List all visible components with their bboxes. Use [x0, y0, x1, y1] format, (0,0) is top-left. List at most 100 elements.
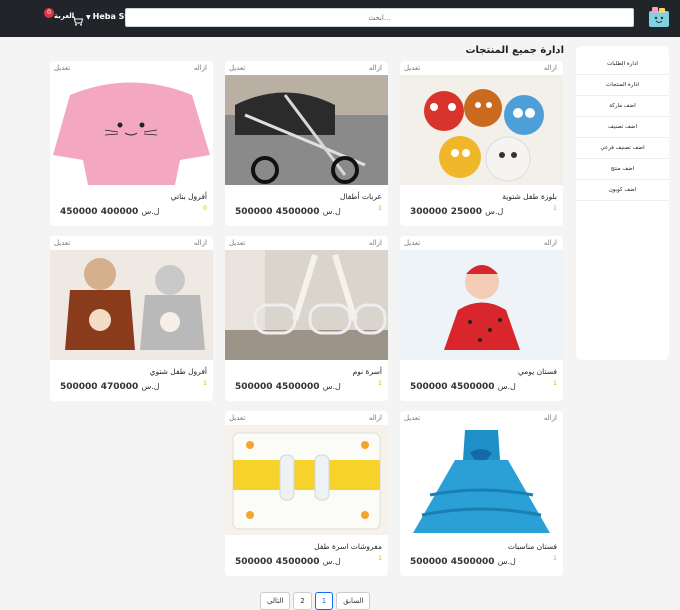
currency-label: ل.س: [497, 382, 516, 391]
admin-sidebar: ادارة الطلبات ادارة المنتجات اضف ماركة ا…: [576, 46, 669, 360]
sidebar-item-manage-products[interactable]: ادارة المنتجات: [576, 75, 669, 96]
user-name: Heba Sy: [92, 12, 130, 21]
sidebar-item-add-product[interactable]: اضف منتج: [576, 159, 669, 180]
chevron-down-icon: ▼: [86, 14, 91, 21]
current-price: 4500000: [450, 557, 495, 567]
currency-label: ل.س: [322, 382, 341, 391]
remove-button[interactable]: ازاله: [544, 239, 557, 247]
currency-label: ل.س: [141, 207, 160, 216]
product-price: ل.س 4500000 500000: [235, 207, 341, 217]
product-quantity: 0: [203, 205, 207, 212]
product-name: فستان يومي: [518, 367, 557, 376]
remove-button[interactable]: ازاله: [369, 64, 382, 72]
remove-button[interactable]: ازاله: [544, 414, 557, 422]
product-quantity: 1: [553, 205, 557, 212]
current-price: 400000: [100, 207, 139, 217]
user-menu[interactable]: ▼ Heba Sy: [86, 12, 130, 21]
edit-button[interactable]: تعديل: [229, 414, 245, 422]
product-card: ازاله تعديل عربات أطفال 1 ل.س 4500000 50…: [225, 61, 388, 226]
page-2-button[interactable]: 2: [293, 592, 312, 610]
edit-button[interactable]: تعديل: [404, 414, 420, 422]
remove-button[interactable]: ازاله: [544, 64, 557, 72]
product-quantity: 1: [378, 205, 382, 212]
product-price: ل.س 400000 450000: [60, 207, 160, 217]
product-quantity: 1: [553, 555, 557, 562]
edit-button[interactable]: تعديل: [54, 64, 70, 72]
product-quantity: 1: [553, 380, 557, 387]
old-price: 500000: [60, 382, 98, 392]
remove-button[interactable]: ازاله: [194, 64, 207, 72]
product-quantity: 1: [378, 555, 382, 562]
product-card: ازاله تعديل أفرول طفل شتوي 1 ل.س 470000 …: [50, 236, 213, 401]
currency-label: ل.س: [322, 557, 341, 566]
current-price: 25000: [450, 207, 483, 217]
product-card: ازاله تعديل فستان يومي 1 ل.س 4500000 500…: [400, 236, 563, 401]
currency-label: ل.س: [322, 207, 341, 216]
currency-label: ل.س: [497, 557, 516, 566]
next-page-button[interactable]: التالي: [260, 592, 291, 610]
sidebar-item-add-subcategory[interactable]: اضف تصنيف فرعي: [576, 138, 669, 159]
cart-button[interactable]: 0 العربة: [44, 8, 84, 26]
edit-button[interactable]: تعديل: [229, 239, 245, 247]
product-name: عربات أطفال: [339, 192, 382, 201]
product-card: ازاله تعديل فستان مناسبات 1 ل.س 4500000 …: [400, 411, 563, 576]
sidebar-item-add-category[interactable]: اضف تصنيف: [576, 117, 669, 138]
product-image[interactable]: [225, 75, 388, 185]
product-name: أسرة نوم: [352, 367, 382, 376]
old-price: 300000: [410, 207, 448, 217]
sidebar-item-manage-orders[interactable]: ادارة الطلبات: [576, 54, 669, 75]
product-image[interactable]: [225, 425, 388, 535]
old-price: 500000: [410, 382, 448, 392]
cart-count-badge: 0: [44, 8, 54, 18]
product-image[interactable]: [400, 250, 563, 360]
old-price: 450000: [60, 207, 98, 217]
edit-button[interactable]: تعديل: [404, 64, 420, 72]
old-price: 500000: [235, 557, 273, 567]
product-image[interactable]: [50, 250, 213, 360]
pagination: التالي 2 1 السابق: [260, 592, 371, 610]
product-name: أفرول طفل شتوي: [149, 367, 207, 376]
remove-button[interactable]: ازاله: [369, 239, 382, 247]
product-image[interactable]: [400, 75, 563, 185]
old-price: 500000: [410, 557, 448, 567]
product-price: ل.س 4500000 500000: [235, 382, 341, 392]
current-price: 4500000: [275, 207, 320, 217]
product-price: ل.س 4500000 500000: [410, 557, 516, 567]
product-image[interactable]: [400, 425, 563, 535]
logo[interactable]: [646, 5, 672, 31]
product-card: ازاله تعديل أفرول بناتي 0 ل.س 400000 450…: [50, 61, 213, 226]
product-image[interactable]: [50, 75, 213, 185]
current-price: 4500000: [450, 382, 495, 392]
product-price: ل.س 25000 300000: [410, 207, 503, 217]
remove-button[interactable]: ازاله: [194, 239, 207, 247]
product-quantity: 1: [378, 380, 382, 387]
edit-button[interactable]: تعديل: [404, 239, 420, 247]
cart-icon: [72, 11, 84, 30]
product-price: ل.س 4500000 500000: [410, 382, 516, 392]
product-name: فستان مناسبات: [507, 542, 557, 551]
page-1-button[interactable]: 1: [314, 592, 334, 610]
previous-page-button[interactable]: السابق: [336, 592, 371, 610]
edit-button[interactable]: تعديل: [229, 64, 245, 72]
sidebar-item-add-coupon[interactable]: اضف كوبون: [576, 180, 669, 201]
product-name: مفروشات اسرة طفل: [314, 542, 382, 551]
edit-button[interactable]: تعديل: [54, 239, 70, 247]
product-image[interactable]: [225, 250, 388, 360]
current-price: 470000: [100, 382, 139, 392]
page-title: ادارة جميع المنتجات: [465, 45, 565, 56]
old-price: 500000: [235, 382, 273, 392]
currency-label: ل.س: [485, 207, 504, 216]
product-name: بلوزة طفل شتوية: [502, 192, 557, 201]
sidebar-item-add-brand[interactable]: اضف ماركة: [576, 96, 669, 117]
remove-button[interactable]: ازاله: [369, 414, 382, 422]
current-price: 4500000: [275, 382, 320, 392]
top-navbar: ▼Heba Sy 0 العربة: [0, 0, 680, 37]
currency-label: ل.س: [141, 382, 160, 391]
product-price: ل.س 4500000 500000: [235, 557, 341, 567]
old-price: 500000: [235, 207, 273, 217]
search-input[interactable]: [125, 8, 634, 27]
product-quantity: 1: [203, 380, 207, 387]
product-name: أفرول بناتي: [170, 192, 207, 201]
current-price: 4500000: [275, 557, 320, 567]
product-card: ازاله تعديل مفروشات اسرة طفل 1 ل.س 45000…: [225, 411, 388, 576]
